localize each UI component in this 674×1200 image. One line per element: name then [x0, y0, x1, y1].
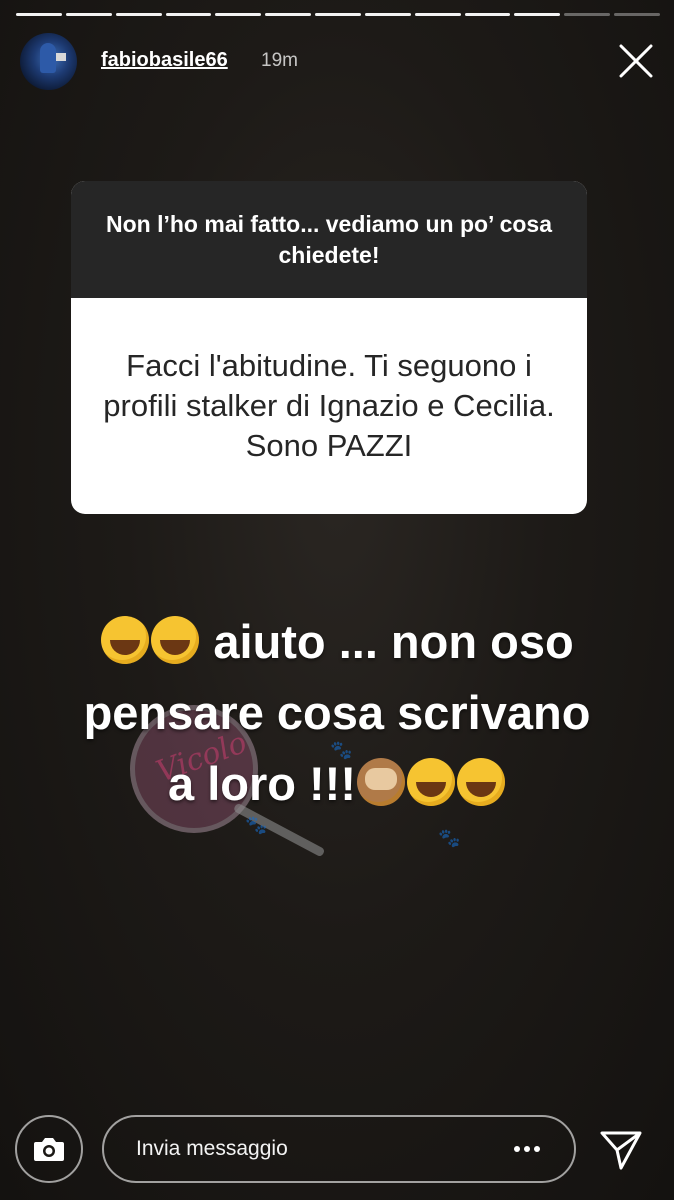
progress-segment [215, 13, 262, 16]
question-answer: Facci l'abitudine. Ti seguono i profili … [103, 348, 555, 463]
close-icon[interactable] [618, 43, 654, 79]
progress-segment [514, 13, 561, 16]
caption-text-3: a loro !!! [168, 757, 356, 810]
progress-segment [564, 13, 611, 16]
progress-segment [364, 13, 411, 16]
avatar-flag [56, 53, 66, 61]
question-sticker: Non l’ho mai fatto... vediamo un po’ cos… [71, 181, 587, 514]
question-prompt: Non l’ho mai fatto... vediamo un po’ cos… [71, 181, 587, 298]
caption-line-2: pensare cosa scrivano [83, 686, 591, 739]
camera-button[interactable] [15, 1115, 83, 1183]
tears-of-joy-emoji-icon [101, 616, 150, 664]
message-input[interactable] [102, 1115, 576, 1183]
progress-segment [614, 13, 660, 16]
avatar-figure [40, 43, 56, 73]
tears-of-joy-emoji-icon [151, 616, 200, 664]
progress-segment [165, 13, 212, 16]
see-no-evil-monkey-emoji-icon [356, 758, 405, 806]
story-progress-bar [16, 13, 660, 17]
camera-icon [34, 1138, 64, 1161]
username-link[interactable]: fabiobasile66 [101, 49, 228, 72]
more-options-icon[interactable] [512, 1140, 542, 1158]
progress-segment [16, 13, 62, 16]
caption-line-3: a loro !!! [30, 748, 644, 819]
progress-segment [265, 13, 312, 16]
progress-segment [414, 13, 461, 16]
rofl-emoji-icon [406, 758, 455, 806]
caption-line-1: aiuto ... non oso [30, 606, 644, 677]
rofl-emoji-icon [456, 758, 505, 806]
progress-segment [315, 13, 361, 16]
paw-print-icon: 🐾 [438, 828, 461, 848]
profile-avatar[interactable] [20, 33, 77, 90]
caption-text-1: aiuto ... non oso [213, 615, 574, 668]
story-caption: aiuto ... non oso pensare cosa scrivano … [30, 606, 644, 819]
progress-segment [65, 13, 112, 16]
story-timestamp: 19m [261, 50, 298, 71]
story-background [0, 0, 674, 1200]
story-header: fabiobasile66 19m [20, 33, 654, 91]
send-icon[interactable] [598, 1127, 644, 1173]
progress-segment [464, 13, 511, 16]
progress-segment [115, 13, 162, 16]
